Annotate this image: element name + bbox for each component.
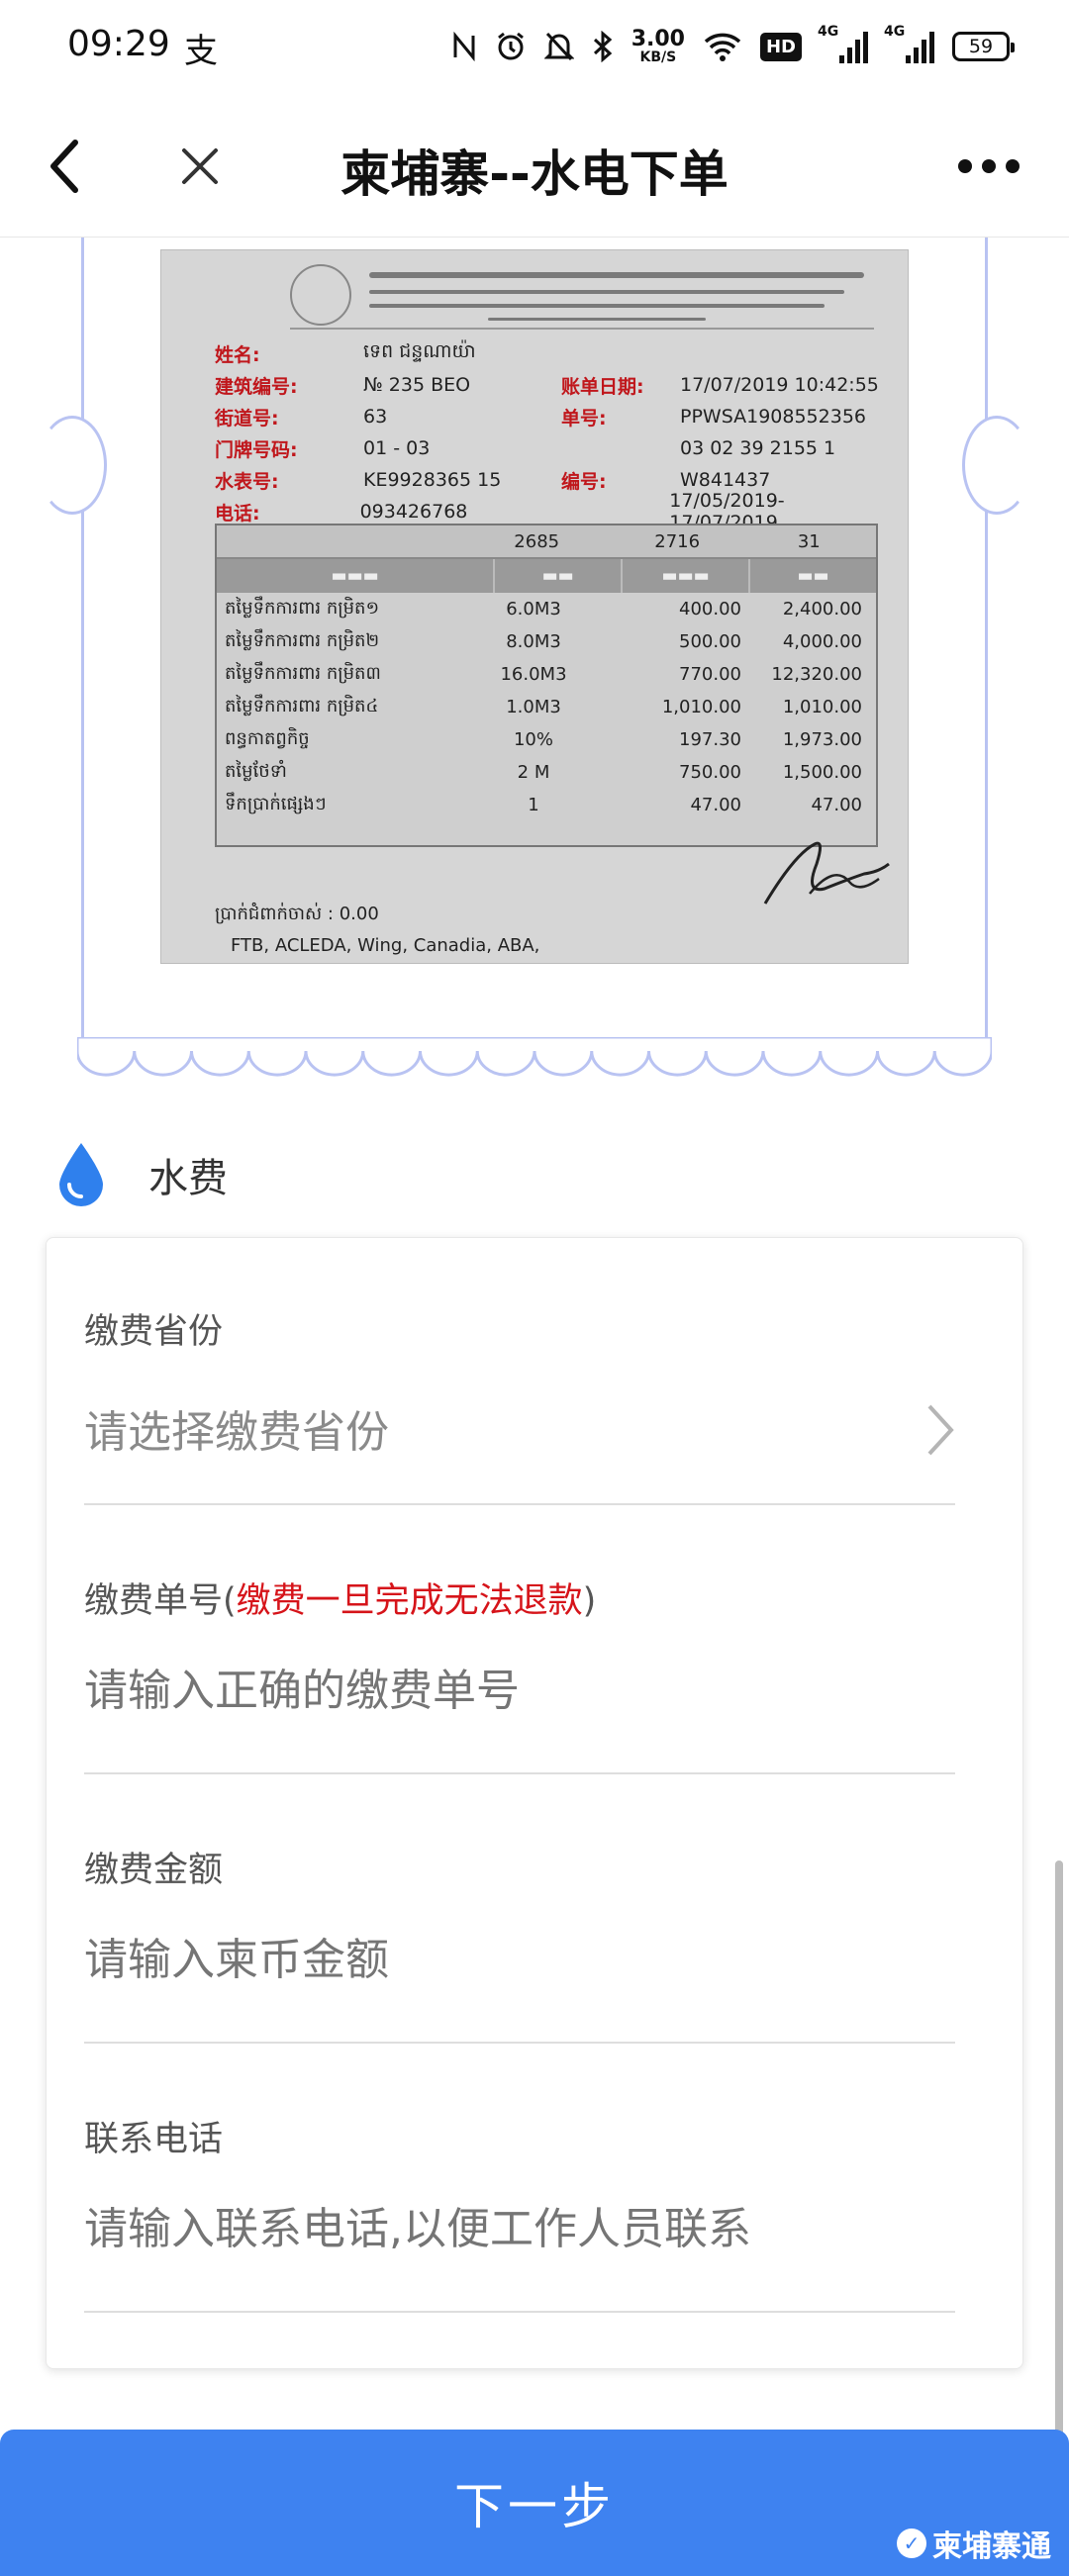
province-label: 缴费省份 [84, 1312, 224, 1352]
bill-number-input[interactable] [84, 1666, 955, 1716]
amount-field: 缴费金额 [84, 1776, 955, 2046]
province-select[interactable]: 请选择缴费省份 [84, 1396, 955, 1460]
bill-table-row: តម្លៃទឹកការពារ កម្រិត៤ 1.0M3 1,010.00 1,010… [225, 696, 862, 717]
bill-sample-card: 姓名: ទេព ជន្ទណាយ៉ា 建筑编号: № 235 BEO 账单日期: 17/07… [38, 238, 1031, 1089]
ticket-notch-right [962, 416, 1031, 515]
bill-field-row: 姓名: ទេព ជន្ទណាយ៉ា [215, 340, 476, 366]
battery-icon: 59 [952, 32, 1015, 61]
bill-field-row: 建筑编号: № 235 BEO 账单日期: 17/07/2019 10:42:55 [215, 374, 879, 398]
alarm-icon [497, 32, 524, 60]
next-step-label: 下一步 [454, 2479, 615, 2534]
scrollbar[interactable] [1055, 1860, 1063, 2494]
utility-logo-icon [290, 264, 351, 326]
bill-table-row: ពន្ធកាតព្វកិច្ច 10% 197.30 1,973.00 [225, 728, 862, 750]
phone-label: 联系电话 [84, 2120, 224, 2159]
bill-balance: ប្រាក់ជំពាក់ចាស់ : 0.00 [215, 904, 379, 924]
phone-field: 联系电话 [84, 2046, 955, 2315]
province-field[interactable]: 缴费省份 请选择缴费省份 [84, 1238, 955, 1507]
bill-table-row: តម្លៃថែទាំ 2 M 750.00 1,500.00 [225, 761, 862, 783]
bill-header [290, 264, 874, 330]
mute-bell-icon [543, 32, 574, 61]
amount-label: 缴费金额 [84, 1851, 224, 1890]
bluetooth-icon [593, 31, 612, 62]
signal-icon-2: 4G [884, 24, 934, 63]
wifi-icon [704, 33, 741, 61]
meter-row: 2685 2716 31 [217, 525, 876, 559]
section-water: 水费 [55, 1140, 228, 1209]
more-dots-icon [958, 159, 972, 173]
bill-number-label: 缴费单号(缴费一旦完成无法退款) [84, 1581, 597, 1621]
navbar: 柬埔寨--水电下单 [0, 95, 1069, 238]
app-logo-icon: ✓ [897, 2528, 926, 2558]
status-icons: 3.00 KB/S HD 4G 4G 59 [451, 22, 1015, 71]
bill-fields: 姓名: ទេព ជន្ទណាយ៉ា 建筑编号: № 235 BEO 账单日期: 17/07… [215, 337, 888, 533]
refund-warning: 缴费一旦完成无法退款 [236, 1581, 583, 1621]
bill-banks: FTB, ACLEDA, Wing, Canadia, ABA, [231, 935, 540, 956]
status-time: 09:29 [67, 24, 170, 64]
bill-field-row: 门牌号码: 01 - 03 03 02 39 2155 1 [215, 437, 836, 461]
status-bar: 09:29 支 3.00 KB/S HD 4G 4G 59 [0, 0, 1069, 95]
alipay-notification-icon: 支 [184, 32, 218, 71]
section-title: 水费 [148, 1156, 228, 1201]
nfc-icon [453, 32, 475, 61]
payment-form: 缴费省份 请选择缴费省份 缴费单号(缴费一旦完成无法退款) 缴费金额 联系电话 [46, 1237, 1023, 2369]
hd-voice-badge: HD [759, 32, 802, 61]
bill-table-row: តម្លៃទឹកការពារ កម្រិត២ 8.0M3 500.00 4,000.0… [225, 630, 862, 652]
signature-image [763, 841, 890, 905]
signal-icon: 4G [818, 24, 868, 63]
network-speed: 3.00 KB/S [631, 27, 685, 65]
bill-number-field: 缴费单号(缴费一旦完成无法退款) [84, 1507, 955, 1776]
page-title: 柬埔寨--水电下单 [340, 145, 729, 203]
bill-table-row: តម្លៃទឹកការពារ កម្រិត១ 6.0M3 400.00 2,400.0… [225, 598, 862, 620]
more-button[interactable] [944, 131, 1033, 202]
ticket-scallop-edge [77, 1037, 992, 1077]
amount-input[interactable] [84, 1935, 955, 1985]
chevron-right-icon [927, 1404, 954, 1456]
water-drop-icon [59, 1143, 103, 1206]
app-watermark: ✓ 柬埔寨通 [897, 2522, 1051, 2565]
phone-input[interactable] [84, 2204, 955, 2254]
bill-sample-image: 姓名: ទេព ជន្ទណាយ៉ា 建筑编号: № 235 BEO 账单日期: 17/07… [160, 249, 909, 964]
bill-table: 2685 2716 31 ▬▬▬ ▬▬ ▬▬▬ ▬▬ តម្លៃទឹកការពា… [215, 524, 878, 847]
bill-field-row: 街道号: 63 单号: PPWSA1908552356 [215, 406, 866, 429]
ticket-notch-left [38, 416, 107, 515]
bill-table-row: តម្លៃទឹកការពារ កម្រិត៣ 16.0M3 770.00 12,320… [225, 663, 862, 685]
bill-table-row: ទឹកប្រាក់ផ្សេងៗ 1 47.00 47.00 [225, 794, 862, 815]
